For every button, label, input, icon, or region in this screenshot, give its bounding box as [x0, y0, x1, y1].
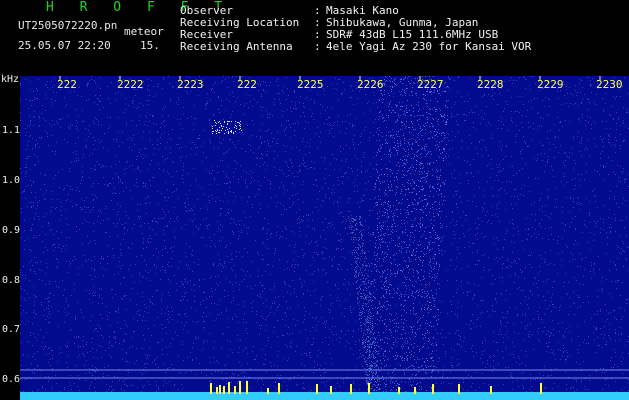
- spectrogram-plot: [20, 76, 629, 400]
- meteor-spike: [398, 387, 400, 394]
- x-tick-label: 222: [237, 78, 257, 91]
- x-tick-label: 2226: [357, 78, 384, 91]
- x-tick-label: 2230: [596, 78, 623, 91]
- meteor-spike: [540, 383, 542, 394]
- x-tick-label: 2229: [537, 78, 564, 91]
- meteor-spike: [368, 383, 370, 394]
- file-suffix: meteor: [124, 25, 164, 38]
- meteor-spike: [458, 384, 460, 394]
- y-tick-label: 1.0: [2, 175, 21, 186]
- meteor-spike: [223, 386, 225, 394]
- meteor-spike: [414, 387, 416, 394]
- meteor-spike: [278, 383, 280, 394]
- antenna-label: Receiving Antenna: [180, 40, 293, 53]
- y-tick-label: 1.1: [2, 125, 21, 136]
- meteor-spike: [234, 386, 236, 394]
- antenna-colon: :: [314, 40, 321, 53]
- x-tick-label: 2223: [177, 78, 204, 91]
- noise-texture: [20, 76, 629, 400]
- meteor-spike: [216, 387, 218, 394]
- meteor-spike: [228, 382, 230, 394]
- antenna-value: 4ele Yagi Az 230 for Kansai VOR: [326, 40, 532, 53]
- meteor-spike: [210, 383, 212, 394]
- y-tick-label: 0.8: [2, 275, 21, 286]
- y-axis-unit: kHz: [1, 74, 20, 85]
- signal-baseline: [20, 392, 629, 400]
- hroffft-window: H R O F F T UT2505072220.pn meteor 25.05…: [0, 0, 629, 400]
- meteor-spike: [316, 384, 318, 394]
- file-name: UT2505072220.pn: [18, 19, 118, 32]
- meteor-spike: [239, 381, 241, 394]
- date-time: 25.05.07 22:20: [18, 39, 111, 52]
- y-tick-label: 0.9: [2, 225, 21, 236]
- x-tick-label: 2227: [417, 78, 444, 91]
- meteor-spike: [246, 381, 248, 394]
- meteor-spike: [219, 385, 221, 394]
- x-tick-label: 2228: [477, 78, 504, 91]
- y-tick-label: 0.6: [2, 374, 21, 385]
- x-tick-label: 222: [57, 78, 77, 91]
- meteor-spike: [432, 384, 434, 394]
- meteor-spike: [330, 386, 332, 394]
- x-tick-label: 2222: [117, 78, 144, 91]
- meteor-spike: [350, 384, 352, 394]
- spectrogram-svg: [20, 76, 629, 400]
- count: 15.: [140, 39, 160, 52]
- meteor-spike: [490, 386, 492, 394]
- meteor-spike: [267, 388, 269, 394]
- y-tick-label: 0.7: [2, 324, 21, 335]
- x-tick-label: 2225: [297, 78, 324, 91]
